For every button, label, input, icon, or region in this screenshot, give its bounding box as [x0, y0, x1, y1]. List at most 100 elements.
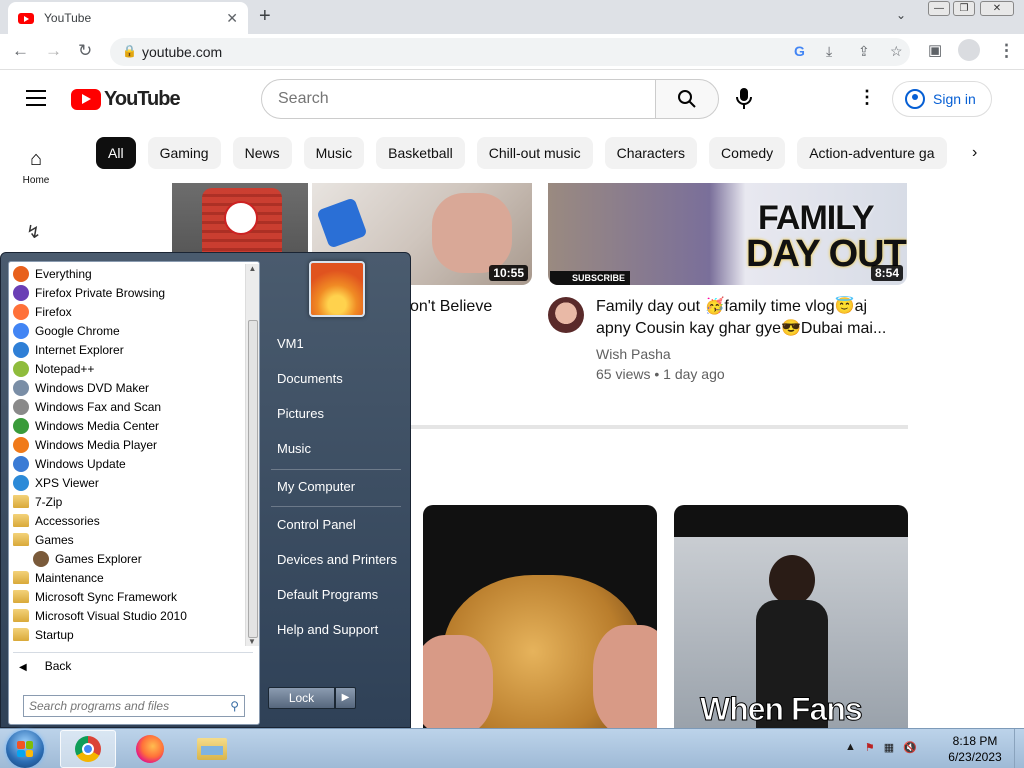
- program-item[interactable]: Firefox Private Browsing: [9, 283, 245, 302]
- chip-gaming[interactable]: Gaming: [147, 137, 221, 169]
- shorts-icon[interactable]: ↯: [26, 222, 41, 243]
- program-item[interactable]: Accessories: [9, 511, 245, 530]
- sign-in-button[interactable]: Sign in: [892, 81, 992, 117]
- program-item[interactable]: Games: [9, 530, 245, 549]
- program-item[interactable]: Microsoft Visual Studio 2010: [9, 606, 245, 625]
- start-search-input[interactable]: [24, 696, 219, 716]
- address-bar[interactable]: 🔒 youtube.com G ⤓ ⇪ ☆: [110, 38, 910, 66]
- start-item-control-panel[interactable]: Control Panel: [277, 517, 356, 532]
- tab-youtube[interactable]: YouTube ✕: [8, 2, 248, 34]
- taskbar-explorer[interactable]: [184, 730, 240, 768]
- back-arrow-icon[interactable]: ←: [12, 41, 29, 61]
- chip-music[interactable]: Music: [303, 137, 365, 169]
- side-panel-icon[interactable]: ▣: [928, 41, 942, 59]
- start-button[interactable]: [6, 730, 44, 768]
- bookmark-star-icon[interactable]: ☆: [890, 43, 903, 60]
- start-item-help-support[interactable]: Help and Support: [277, 622, 378, 637]
- scroll-up-icon[interactable]: ▲: [246, 264, 259, 273]
- program-item[interactable]: Internet Explorer: [9, 340, 245, 359]
- install-icon[interactable]: ⤓: [826, 43, 832, 60]
- chip-basketball[interactable]: Basketball: [376, 137, 465, 169]
- short-thumbnail-1[interactable]: [423, 505, 657, 728]
- program-item[interactable]: Notepad++: [9, 359, 245, 378]
- program-item[interactable]: Microsoft Sync Framework: [9, 587, 245, 606]
- reload-icon[interactable]: ↻: [78, 41, 92, 61]
- start-search-icon[interactable]: ⚲: [230, 699, 239, 713]
- profile-avatar-icon[interactable]: [958, 39, 980, 61]
- back-button[interactable]: ◀ Back: [19, 659, 71, 673]
- channel-name[interactable]: Wish Pasha: [596, 344, 671, 364]
- program-item[interactable]: 7-Zip: [9, 492, 245, 511]
- start-item-documents[interactable]: Documents: [277, 371, 343, 386]
- short-thumbnail-2[interactable]: When Fans: [674, 505, 908, 728]
- program-item[interactable]: Windows Fax and Scan: [9, 397, 245, 416]
- share-icon[interactable]: ⇪: [858, 43, 870, 60]
- programs-scrollbar[interactable]: ▲ ▼: [245, 264, 259, 646]
- start-item-my-computer[interactable]: My Computer: [277, 479, 355, 494]
- start-item-default-programs[interactable]: Default Programs: [277, 587, 378, 602]
- chip-chill-out-music[interactable]: Chill-out music: [476, 137, 593, 169]
- chip-action-adventure[interactable]: Action-adventure ga: [797, 137, 947, 169]
- start-item-pictures[interactable]: Pictures: [277, 406, 324, 421]
- lock-icon[interactable]: 🔒: [122, 44, 137, 58]
- chip-all[interactable]: All: [96, 137, 136, 169]
- program-item[interactable]: Google Chrome: [9, 321, 245, 340]
- chip-comedy[interactable]: Comedy: [709, 137, 786, 169]
- video-title-2-line1[interactable]: Family day out 🥳family time vlog😇aj: [596, 296, 908, 318]
- program-item[interactable]: Everything: [9, 264, 245, 283]
- lock-button[interactable]: Lock: [268, 687, 335, 709]
- show-desktop-button[interactable]: [1014, 729, 1024, 768]
- url-text[interactable]: youtube.com: [142, 44, 222, 60]
- network-icon[interactable]: ▦: [884, 741, 894, 754]
- user-picture[interactable]: [309, 261, 365, 317]
- scroll-down-icon[interactable]: ▼: [246, 637, 258, 646]
- tab-close-icon[interactable]: ✕: [226, 10, 238, 27]
- scrollbar-thumb[interactable]: [248, 320, 258, 638]
- taskbar-firefox[interactable]: [122, 730, 178, 768]
- restore-button[interactable]: ❐: [953, 1, 975, 16]
- new-tab-button[interactable]: +: [259, 5, 271, 28]
- youtube-logo-text: YouTube: [104, 88, 181, 110]
- google-lens-icon[interactable]: G: [794, 43, 805, 59]
- search-button[interactable]: [655, 79, 719, 119]
- taskbar-chrome[interactable]: [60, 730, 116, 768]
- settings-kebab-icon[interactable]: ⋮: [858, 87, 876, 108]
- start-item-user[interactable]: VM1: [277, 336, 304, 351]
- program-item[interactable]: XPS Viewer: [9, 473, 245, 492]
- start-item-music[interactable]: Music: [277, 441, 311, 456]
- action-center-flag-icon[interactable]: ⚑: [865, 741, 875, 754]
- forward-arrow-icon[interactable]: →: [45, 41, 62, 61]
- clock[interactable]: 8:18 PM 6/23/2023: [940, 733, 1010, 765]
- youtube-logo[interactable]: YouTube: [71, 88, 181, 111]
- program-item[interactable]: Windows Media Center: [9, 416, 245, 435]
- browser-toolbar: ← → ↻ 🔒 youtube.com G ⤓ ⇪ ☆ ▣ ⋮: [0, 34, 1024, 70]
- chrome-menu-icon[interactable]: ⋮: [998, 41, 1015, 61]
- volume-muted-icon[interactable]: 🔇: [903, 741, 917, 754]
- program-item[interactable]: Windows Media Player: [9, 435, 245, 454]
- close-window-button[interactable]: ✕: [980, 1, 1014, 16]
- notepad-icon: [13, 360, 29, 377]
- program-label: Windows DVD Maker: [35, 380, 150, 395]
- program-item[interactable]: Startup: [9, 625, 245, 644]
- video-title-1[interactable]: on't Believe: [410, 296, 530, 318]
- tray-expand-icon[interactable]: ▲: [845, 741, 856, 754]
- search-input[interactable]: [262, 80, 655, 118]
- channel-avatar[interactable]: [548, 297, 584, 333]
- program-item[interactable]: Windows Update: [9, 454, 245, 473]
- program-item[interactable]: Firefox: [9, 302, 245, 321]
- program-item[interactable]: Maintenance: [9, 568, 245, 587]
- program-item[interactable]: Windows DVD Maker: [9, 378, 245, 397]
- video-thumbnail-2[interactable]: FAMILY DAY OUT SUBSCRIBE 8:54: [548, 183, 907, 285]
- chip-news[interactable]: News: [232, 137, 292, 169]
- shutdown-options-arrow-icon[interactable]: ▶: [335, 687, 356, 709]
- chips-next-chevron-icon[interactable]: ›: [972, 144, 977, 162]
- chip-characters[interactable]: Characters: [604, 137, 698, 169]
- microphone-icon[interactable]: [736, 88, 752, 110]
- tab-search-chevron-icon[interactable]: ⌄: [896, 8, 906, 22]
- start-item-devices-printers[interactable]: Devices and Printers: [277, 552, 397, 567]
- program-item[interactable]: Games Explorer: [9, 549, 245, 568]
- minimize-button[interactable]: —: [928, 1, 950, 16]
- video-title-2-line2[interactable]: apny Cousin kay ghar gye😎Dubai mai...: [596, 318, 908, 340]
- hamburger-menu-icon[interactable]: [26, 90, 46, 106]
- nav-home[interactable]: ⌂ Home: [16, 148, 56, 186]
